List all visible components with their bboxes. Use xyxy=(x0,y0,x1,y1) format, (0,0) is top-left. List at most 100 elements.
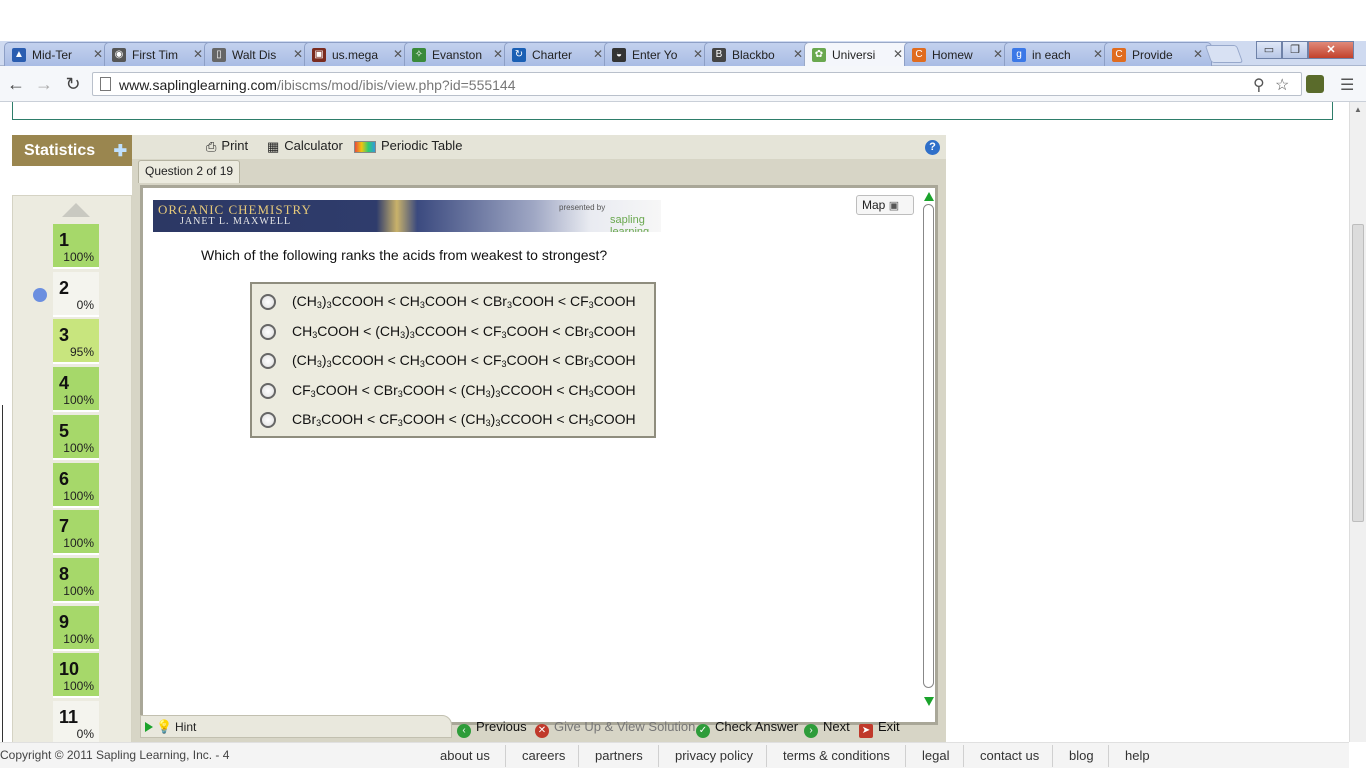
footer-link[interactable]: about us xyxy=(440,748,490,763)
tab-close-icon[interactable]: ✕ xyxy=(1193,47,1203,61)
question-nav-item[interactable]: 11 0% xyxy=(53,701,99,746)
browser-tab[interactable]: ▣ us.mega ✕ xyxy=(304,42,412,66)
maximize-button[interactable]: ❐ xyxy=(1282,41,1308,59)
statistics-button[interactable]: Statistics ✚ xyxy=(12,135,132,166)
check-answer-label: Check Answer xyxy=(715,719,799,734)
tab-title: Walt Dis xyxy=(232,48,277,62)
question-nav-item[interactable]: 3 95% xyxy=(53,319,99,365)
scrollbar-thumb[interactable] xyxy=(1352,224,1364,522)
bookmark-star-icon[interactable]: ☆ xyxy=(1275,75,1289,95)
window-controls: ▭ ❐ ✕ xyxy=(1256,41,1354,59)
print-button[interactable]: ⎙ Print xyxy=(206,138,248,155)
browser-tab[interactable]: C Provide ✕ xyxy=(1104,42,1212,66)
tab-close-icon[interactable]: ✕ xyxy=(193,47,203,61)
radio-button[interactable] xyxy=(260,412,276,429)
footer-link[interactable]: careers xyxy=(522,748,565,763)
forward-button[interactable]: → xyxy=(33,74,55,94)
tab-close-icon[interactable]: ✕ xyxy=(793,47,803,61)
footer-link[interactable]: privacy policy xyxy=(675,748,753,763)
answer-choice[interactable]: (CH3)3CCOOH < CH3COOH < CF3COOH < CBr3CO… xyxy=(260,349,650,373)
hint-button[interactable]: 💡 Hint xyxy=(140,715,452,738)
question-nav-item[interactable]: 7 100% xyxy=(53,510,99,556)
calculator-button[interactable]: ▦ Calculator xyxy=(267,138,343,155)
question-nav-item[interactable]: 2 0% xyxy=(53,271,99,317)
page-scrollbar[interactable]: ▲ xyxy=(1349,102,1366,742)
blackboard-icon: B xyxy=(712,48,726,62)
footer-link[interactable]: help xyxy=(1125,748,1150,763)
answer-choice[interactable]: CBr3COOH < CF3COOH < (CH3)3CCOOH < CH3CO… xyxy=(260,408,650,432)
previous-button[interactable]: ‹ Previous xyxy=(457,719,527,738)
give-up-button[interactable]: ✕ Give Up & View Solution xyxy=(535,719,695,738)
tab-close-icon[interactable]: ✕ xyxy=(893,47,903,61)
question-actions: 💡 Hint ‹ Previous ✕ Give Up & View Solutio… xyxy=(140,715,938,739)
question-tab[interactable]: Question 2 of 19 xyxy=(138,160,240,183)
next-button[interactable]: › Next xyxy=(804,719,850,738)
footer-link[interactable]: terms & conditions xyxy=(783,748,890,763)
address-bar[interactable]: www.saplinglearning.com/ibiscms/mod/ibis… xyxy=(92,72,1302,96)
close-window-button[interactable]: ✕ xyxy=(1308,41,1354,59)
answer-choice[interactable]: (CH3)3CCOOH < CH3COOH < CBr3COOH < CF3CO… xyxy=(260,290,650,314)
footer-link[interactable]: contact us xyxy=(980,748,1039,763)
circle-logo-icon: ◉ xyxy=(112,48,126,62)
browser-tab[interactable]: ▯ Walt Dis ✕ xyxy=(204,42,312,66)
question-nav-item[interactable]: 10 100% xyxy=(53,653,99,699)
minimize-button[interactable]: ▭ xyxy=(1256,41,1282,59)
extension-icon[interactable] xyxy=(1306,75,1324,93)
browser-tab[interactable]: ↻ Charter ✕ xyxy=(504,42,612,66)
question-nav-item[interactable]: 6 100% xyxy=(53,462,99,508)
tab-title: in each xyxy=(1032,48,1071,62)
radio-button[interactable] xyxy=(260,382,276,399)
radio-button[interactable] xyxy=(260,323,276,340)
tab-close-icon[interactable]: ✕ xyxy=(993,47,1003,61)
scroll-down-icon[interactable] xyxy=(924,697,934,706)
new-tab-button[interactable] xyxy=(1204,45,1244,63)
footer-separator xyxy=(905,745,906,767)
browser-tab[interactable]: ▲ Mid-Ter ✕ xyxy=(4,42,112,66)
radio-button[interactable] xyxy=(260,353,276,370)
question-nav-item[interactable]: 4 100% xyxy=(53,367,99,413)
back-button[interactable]: ← xyxy=(5,74,27,94)
browser-tab[interactable]: ✧ Evanston ✕ xyxy=(404,42,512,66)
scroll-up-icon[interactable] xyxy=(924,192,934,201)
periodic-table-button[interactable]: Periodic Table xyxy=(354,138,462,153)
menu-icon[interactable]: ☰ xyxy=(1340,75,1354,95)
browser-tab[interactable]: ◒ Enter Yo ✕ xyxy=(604,42,712,66)
answer-choice[interactable]: CF3COOH < CBr3COOH < (CH3)3CCOOH < CH3CO… xyxy=(260,379,650,403)
browser-tab[interactable]: B Blackbo ✕ xyxy=(704,42,812,66)
browser-tab[interactable]: ◉ First Tim ✕ xyxy=(104,42,212,66)
answer-choice[interactable]: CH3COOH < (CH3)3CCOOH < CF3COOH < CBr3CO… xyxy=(260,320,650,344)
browser-tab[interactable]: ✿ Universi ✕ xyxy=(804,42,912,67)
tab-close-icon[interactable]: ✕ xyxy=(1093,47,1103,61)
question-score: 100% xyxy=(63,440,94,455)
footer-link[interactable]: legal xyxy=(922,748,949,763)
footer-link[interactable]: blog xyxy=(1069,748,1094,763)
question-nav-item[interactable]: 9 100% xyxy=(53,605,99,651)
pin-icon[interactable]: ✚ xyxy=(114,141,127,161)
check-answer-button[interactable]: ✓ Check Answer xyxy=(696,719,798,738)
footer-link[interactable]: partners xyxy=(595,748,643,763)
footer-separator xyxy=(505,745,506,767)
radio-button[interactable] xyxy=(260,294,276,310)
zoom-icon[interactable]: ⚲ xyxy=(1253,75,1265,95)
map-button[interactable]: Map ▣ xyxy=(856,195,914,215)
tab-close-icon[interactable]: ✕ xyxy=(593,47,603,61)
reload-button[interactable]: ↻ xyxy=(62,74,84,94)
chegg-icon: C xyxy=(1112,48,1126,62)
question-nav-item[interactable]: 5 100% xyxy=(53,414,99,460)
tab-close-icon[interactable]: ✕ xyxy=(693,47,703,61)
browser-tab[interactable]: C Homew ✕ xyxy=(904,42,1012,66)
question-nav-item[interactable]: 8 100% xyxy=(53,557,99,603)
question-nav-item[interactable]: 1 100% xyxy=(53,224,99,269)
scroll-up-arrow-icon[interactable]: ▲ xyxy=(1354,105,1362,114)
tab-close-icon[interactable]: ✕ xyxy=(93,47,103,61)
tab-close-icon[interactable]: ✕ xyxy=(393,47,403,61)
tab-close-icon[interactable]: ✕ xyxy=(493,47,503,61)
question-scrollbar[interactable] xyxy=(922,190,936,710)
browser-tab[interactable]: g in each ✕ xyxy=(1004,42,1112,66)
navigator-up-arrow-icon[interactable] xyxy=(62,203,90,217)
scrollbar-track[interactable] xyxy=(923,204,934,688)
tab-close-icon[interactable]: ✕ xyxy=(293,47,303,61)
exit-button[interactable]: ➤ Exit xyxy=(859,719,900,738)
help-icon[interactable]: ? xyxy=(925,140,940,155)
sapling-icon: ✿ xyxy=(812,48,826,62)
